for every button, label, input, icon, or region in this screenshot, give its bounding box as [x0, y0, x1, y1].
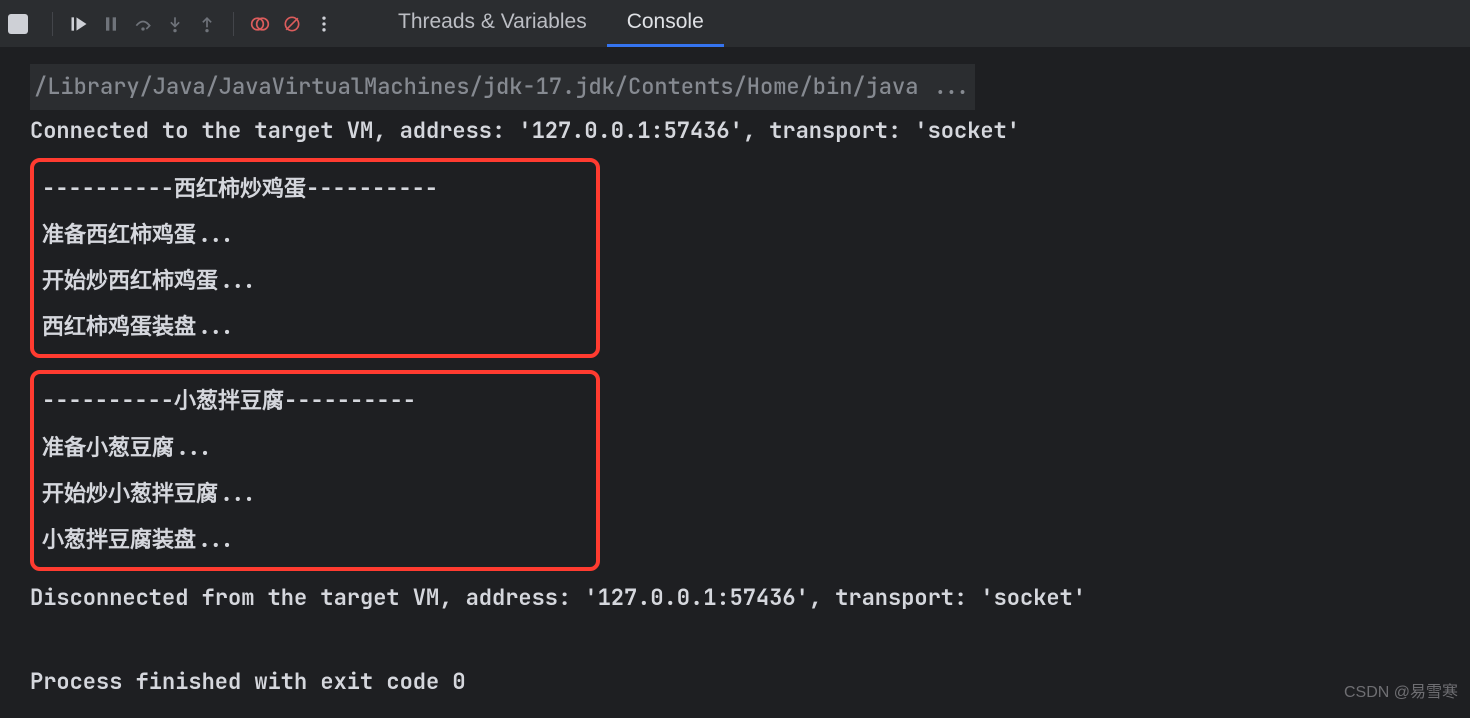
step-over-icon: [133, 14, 153, 34]
mute-breakpoint-icon: [282, 14, 302, 34]
disconnected-line: Disconnected from the target VM, address…: [30, 577, 1440, 619]
block1-header: ----------西红柿炒鸡蛋----------: [42, 166, 588, 212]
stop-button[interactable]: [8, 14, 28, 34]
connected-line: Connected to the target VM, address: '12…: [30, 110, 1440, 152]
block2-line2: 开始炒小葱拌豆腐...: [42, 471, 588, 517]
view-breakpoints-button[interactable]: [246, 10, 274, 38]
pause-button[interactable]: [97, 10, 125, 38]
more-icon: [314, 14, 334, 34]
block2-header: ----------小葱拌豆腐----------: [42, 378, 588, 424]
step-out-button[interactable]: [193, 10, 221, 38]
block1-line2: 开始炒西红柿鸡蛋...: [42, 258, 588, 304]
blank-line: [30, 619, 1440, 661]
step-into-button[interactable]: [161, 10, 189, 38]
console-output: /Library/Java/JavaVirtualMachines/jdk-17…: [0, 48, 1470, 718]
block2-line1: 准备小葱豆腐...: [42, 425, 588, 471]
step-over-button[interactable]: [129, 10, 157, 38]
mute-breakpoints-button[interactable]: [278, 10, 306, 38]
tab-console[interactable]: Console: [607, 0, 724, 47]
output-block-2: ----------小葱拌豆腐---------- 准备小葱豆腐... 开始炒小…: [30, 370, 600, 571]
watermark: CSDN @易雪寒: [1344, 678, 1458, 702]
debug-toolbar: Threads & Variables Console: [0, 0, 1470, 48]
block2-line3: 小葱拌豆腐装盘...: [42, 517, 588, 563]
toolbar-divider: [52, 12, 53, 36]
pause-icon: [101, 14, 121, 34]
exit-line: Process finished with exit code 0: [30, 661, 1440, 703]
resume-button[interactable]: [65, 10, 93, 38]
tab-threads-variables[interactable]: Threads & Variables: [378, 0, 607, 47]
breakpoint-icon: [250, 14, 270, 34]
toolbar-controls: [8, 10, 338, 38]
resume-icon: [69, 14, 89, 34]
toolbar-divider: [233, 12, 234, 36]
debug-tabs: Threads & Variables Console: [378, 0, 724, 47]
java-path-line: /Library/Java/JavaVirtualMachines/jdk-17…: [30, 64, 1440, 110]
output-block-1: ----------西红柿炒鸡蛋---------- 准备西红柿鸡蛋... 开始…: [30, 158, 600, 359]
more-button[interactable]: [310, 10, 338, 38]
step-into-icon: [165, 14, 185, 34]
step-out-icon: [197, 14, 217, 34]
block1-line1: 准备西红柿鸡蛋...: [42, 212, 588, 258]
block1-line3: 西红柿鸡蛋装盘...: [42, 304, 588, 350]
